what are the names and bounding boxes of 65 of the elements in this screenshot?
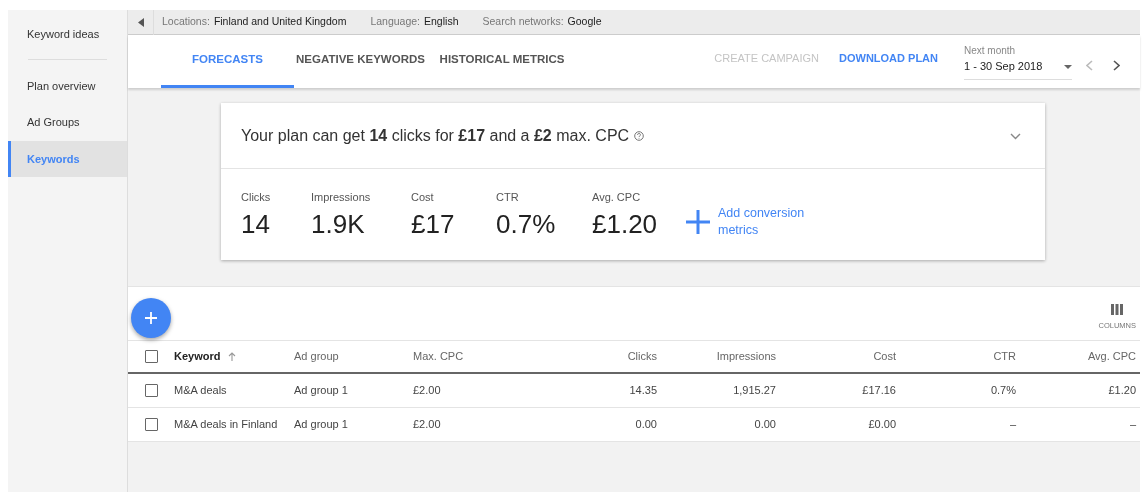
filter-label: Locations: (162, 14, 210, 30)
table-cell: – (1129, 418, 1136, 431)
date-range-label: Next month (964, 44, 1017, 59)
table-cell: £17.16 (862, 384, 896, 397)
metric-label: Cost (411, 190, 435, 205)
column-header[interactable]: Ad group (294, 350, 339, 363)
add-icon[interactable] (686, 209, 710, 234)
row-checkbox[interactable] (145, 418, 158, 432)
forecast-headline: Your plan can get 14 clicks for £17 and a £2 max. CPC (241, 126, 630, 146)
dropdown-icon (1064, 64, 1072, 69)
column-header[interactable]: Clicks (627, 350, 657, 363)
sidebar-item[interactable]: Keyword ideas (8, 16, 127, 53)
expand-icon[interactable] (1010, 132, 1021, 140)
column-header[interactable]: CTR (993, 350, 1016, 363)
column-header[interactable]: Avg. CPC (1087, 350, 1136, 363)
metric-label: Impressions (311, 190, 372, 205)
select-all-checkbox[interactable] (145, 350, 158, 364)
filter-label: Language: (370, 14, 421, 30)
plus-icon (144, 310, 158, 325)
tab[interactable]: FORECASTS (161, 35, 294, 88)
sort-ascending-icon[interactable] (228, 352, 237, 362)
columns-icon (1111, 303, 1124, 315)
filter-value[interactable]: Google (567, 14, 602, 30)
row-checkbox[interactable] (145, 384, 158, 398)
tab[interactable]: HISTORICAL METRICS (427, 35, 577, 88)
table-cell: 1,915.27 (733, 384, 776, 397)
metric-value: 1.9K (311, 209, 366, 239)
table-cell: £2.00 (413, 418, 441, 431)
date-range-select[interactable]: Next month 1 - 30 Sep 2018 (964, 43, 1072, 80)
column-header[interactable]: Max. CPC (413, 350, 464, 363)
table-cell: M&A deals in Finland (174, 418, 278, 431)
filter-value[interactable]: Finland and United Kingdom (213, 14, 347, 30)
table-cell: – (1009, 418, 1016, 431)
table-cell: 14.35 (629, 384, 657, 397)
add-conversion-link[interactable]: Add conversion metrics (718, 205, 818, 238)
metric-label: Clicks (241, 190, 272, 205)
action-button[interactable]: DOWNLOAD PLAN (829, 50, 948, 67)
metric-value: 0.7% (496, 209, 557, 239)
help-icon[interactable] (634, 131, 645, 141)
column-header[interactable]: Cost (873, 350, 896, 363)
metric-label: CTR (496, 190, 520, 205)
sidebar-item[interactable]: Ad Groups (8, 104, 127, 141)
table-cell: 0.00 (754, 418, 776, 431)
table-cell: 0.00 (635, 418, 657, 431)
table-cell: Ad group 1 (294, 384, 348, 397)
tab[interactable]: NEGATIVE KEYWORDS (294, 35, 427, 88)
table-cell: £2.00 (413, 384, 441, 397)
table-cell: £0.00 (868, 418, 896, 431)
table-cell: £1.20 (1108, 384, 1136, 397)
metric-label: Avg. CPC (592, 190, 642, 205)
add-button[interactable] (131, 297, 171, 338)
column-header[interactable]: Keyword (174, 348, 221, 365)
collapse-icon[interactable] (137, 17, 144, 27)
filter-label: Search networks: (482, 14, 564, 30)
table-cell: 0.7% (990, 384, 1016, 397)
column-header[interactable]: Impressions (716, 350, 776, 363)
sidebar-item[interactable]: Plan overview (8, 67, 127, 104)
metric-value: £17 (411, 209, 456, 239)
filter-value[interactable]: English (424, 14, 459, 30)
table-cell: Ad group 1 (294, 418, 348, 431)
metric-value: 14 (241, 209, 271, 239)
next-icon[interactable] (1113, 60, 1120, 71)
metric-value: £1.20 (592, 209, 659, 239)
date-range-value: 1 - 30 Sep 2018 (964, 59, 1043, 75)
table-cell: M&A deals (174, 384, 227, 397)
